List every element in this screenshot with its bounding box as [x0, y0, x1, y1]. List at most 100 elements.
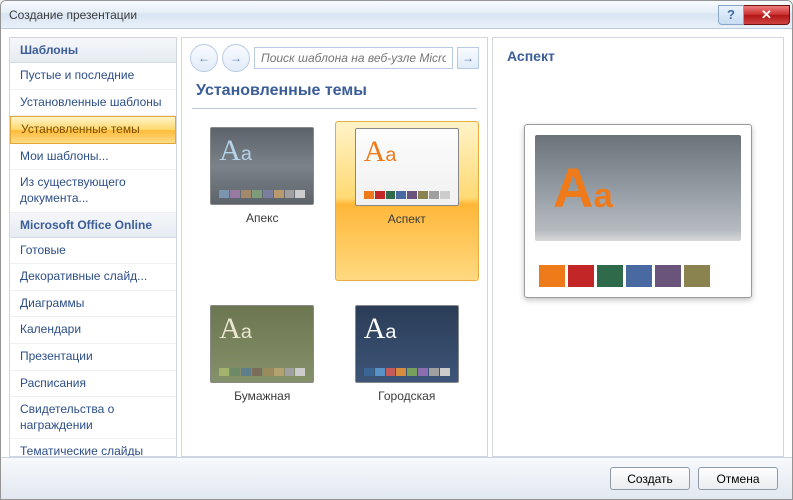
- nav-back-button[interactable]: ←: [190, 44, 218, 72]
- theme-label: Бумажная: [234, 389, 290, 403]
- sidebar-item[interactable]: Декоративные слайд...: [10, 264, 176, 291]
- color-swatch: [396, 368, 406, 376]
- sidebar-item[interactable]: Презентации: [10, 344, 176, 371]
- color-swatch: [263, 368, 273, 376]
- create-button[interactable]: Создать: [610, 467, 690, 490]
- theme-label: Апекс: [246, 211, 279, 225]
- sidebar-item[interactable]: Из существующего документа...: [10, 170, 176, 212]
- color-swatch: [241, 368, 251, 376]
- arrow-left-icon: ←: [198, 51, 210, 65]
- color-swatch: [626, 265, 652, 287]
- search-input[interactable]: [254, 47, 453, 69]
- color-swatch: [655, 265, 681, 287]
- color-swatch: [375, 368, 385, 376]
- theme-font-sample: Aa: [553, 160, 613, 216]
- titlebar-controls: ? ✕: [718, 5, 790, 25]
- theme-font-sample: Aa: [364, 314, 450, 344]
- color-swatch: [274, 368, 284, 376]
- sidebar-item[interactable]: Расписания: [10, 371, 176, 398]
- sidebar-item[interactable]: Свидетельства о награждении: [10, 397, 176, 439]
- theme-font-sample: Aa: [364, 137, 450, 167]
- color-swatch: [230, 368, 240, 376]
- preview-slide: Aa: [535, 135, 741, 241]
- search-go-button[interactable]: →: [457, 47, 479, 69]
- dialog-window: Создание презентации ? ✕ Шаблоны Пустые …: [0, 0, 793, 500]
- color-swatch: [285, 368, 295, 376]
- color-swatch: [375, 191, 385, 199]
- theme-label: Городская: [378, 389, 435, 403]
- sidebar-item[interactable]: Календари: [10, 317, 176, 344]
- color-swatch: [440, 368, 450, 376]
- sidebar-item[interactable]: Готовые: [10, 238, 176, 265]
- color-swatch: [568, 265, 594, 287]
- color-swatch: [418, 191, 428, 199]
- theme-label: Аспект: [388, 212, 426, 226]
- sidebar: Шаблоны Пустые и последниеУстановленные …: [9, 37, 177, 457]
- sidebar-item[interactable]: Установленные темы: [10, 116, 176, 144]
- color-swatch: [230, 190, 240, 198]
- sidebar-header-office-online: Microsoft Office Online: [10, 213, 176, 238]
- color-swatch: [407, 191, 417, 199]
- preview-panel: Аспект Aa: [492, 37, 784, 457]
- swatch-row: [219, 190, 305, 198]
- titlebar: Создание презентации ? ✕: [1, 1, 792, 29]
- content-area: Шаблоны Пустые и последниеУстановленные …: [9, 37, 784, 457]
- color-swatch: [684, 265, 710, 287]
- preview-thumbnail: Aa: [524, 124, 752, 298]
- color-swatch: [285, 190, 295, 198]
- nav-bar: ← → →: [182, 38, 487, 78]
- color-swatch: [407, 368, 417, 376]
- sidebar-header-templates: Шаблоны: [10, 38, 176, 63]
- color-swatch: [386, 191, 396, 199]
- theme-item[interactable]: Aa Бумажная: [190, 299, 335, 457]
- color-swatch: [252, 190, 262, 198]
- color-swatch: [252, 368, 262, 376]
- preview-title: Аспект: [507, 48, 769, 64]
- color-swatch: [429, 191, 439, 199]
- theme-thumbnail: Aa: [355, 305, 459, 383]
- color-swatch: [295, 190, 305, 198]
- swatch-row: [364, 191, 450, 199]
- arrow-right-icon: →: [230, 51, 242, 65]
- sidebar-item[interactable]: Тематические слайды: [10, 439, 176, 457]
- sidebar-item[interactable]: Диаграммы: [10, 291, 176, 318]
- color-swatch: [396, 191, 406, 199]
- theme-item[interactable]: Aa Аспект: [335, 121, 480, 281]
- window-title: Создание презентации: [9, 8, 137, 22]
- color-swatch: [386, 368, 396, 376]
- color-swatch: [429, 368, 439, 376]
- color-swatch: [263, 190, 273, 198]
- main-panel: ← → → Установленные темы Aa Апекс Aa Аспект…: [181, 37, 488, 457]
- swatch-row: [219, 368, 305, 376]
- arrow-right-icon: →: [462, 51, 474, 65]
- theme-item[interactable]: Aa Апекс: [190, 121, 335, 281]
- theme-thumbnail: Aa: [210, 127, 314, 205]
- theme-thumbnail: Aa: [355, 128, 459, 206]
- color-swatch: [418, 368, 428, 376]
- help-button[interactable]: ?: [718, 5, 744, 25]
- nav-forward-button[interactable]: →: [222, 44, 250, 72]
- sidebar-item[interactable]: Пустые и последние: [10, 63, 176, 90]
- main-heading: Установленные темы: [182, 78, 487, 108]
- theme-font-sample: Aa: [219, 136, 305, 166]
- themes-grid: Aa Апекс Aa Аспект Aa Бумажная Aa Городская: [182, 121, 487, 456]
- color-swatch: [597, 265, 623, 287]
- color-swatch: [219, 190, 229, 198]
- preview-swatches: [535, 265, 741, 287]
- color-swatch: [364, 191, 374, 199]
- color-swatch: [274, 190, 284, 198]
- theme-thumbnail: Aa: [210, 305, 314, 383]
- close-button[interactable]: ✕: [744, 5, 790, 25]
- color-swatch: [364, 368, 374, 376]
- color-swatch: [539, 265, 565, 287]
- theme-font-sample: Aa: [219, 314, 305, 344]
- divider: [192, 108, 477, 109]
- sidebar-item[interactable]: Установленные шаблоны: [10, 90, 176, 117]
- theme-item[interactable]: Aa Городская: [335, 299, 480, 457]
- cancel-button[interactable]: Отмена: [698, 467, 778, 490]
- color-swatch: [219, 368, 229, 376]
- color-swatch: [440, 191, 450, 199]
- color-swatch: [295, 368, 305, 376]
- sidebar-item[interactable]: Мои шаблоны...: [10, 144, 176, 171]
- footer: Создать Отмена: [1, 457, 792, 499]
